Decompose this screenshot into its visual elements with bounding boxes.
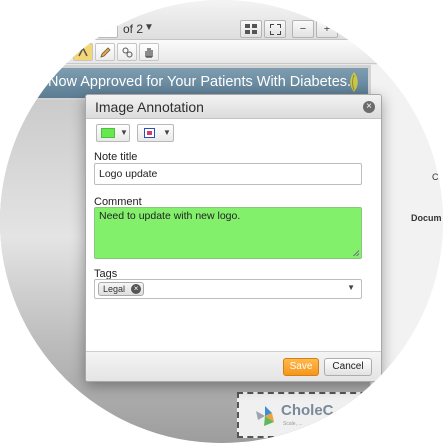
resize-handle[interactable] [353, 250, 359, 256]
tag-chip: Legal × [98, 282, 145, 296]
thumbnails-icon[interactable] [240, 20, 262, 38]
zoom-in-icon[interactable]: + [316, 20, 338, 38]
tags-input[interactable]: Legal × ▼ [94, 279, 362, 299]
note-title-input[interactable]: Logo update [94, 163, 362, 185]
chevron-down-icon: ▼ [120, 128, 128, 137]
top-toolbar: of 2 ▼ − + [0, 0, 443, 40]
border-style-icon [144, 128, 155, 138]
text-annotation-icon[interactable] [73, 43, 93, 61]
page-count-label: of 2 [123, 22, 144, 36]
dialog-footer: Save Cancel [86, 351, 381, 381]
comment-textarea[interactable]: Need to update with new logo. [94, 207, 362, 259]
pencil-icon[interactable] [95, 43, 115, 61]
dialog-header: Image Annotation × [86, 95, 381, 119]
remove-tag-icon[interactable]: × [131, 284, 142, 294]
zoom-out-icon[interactable]: − [292, 20, 314, 38]
comment-value: Need to update with new logo. [99, 210, 241, 222]
stamp-subtitle: Scale, ... [283, 421, 303, 427]
chevron-down-icon[interactable]: ▼ [144, 22, 154, 33]
leaf-logo-icon [350, 72, 358, 92]
save-button[interactable]: Save [283, 358, 319, 376]
note-title-label: Note title [94, 151, 138, 163]
stamp-brand-name: CholeC [281, 402, 334, 419]
style-dropdown[interactable]: ▼ [137, 124, 174, 142]
color-picker-dropdown[interactable]: ▼ [96, 124, 130, 142]
annotation-toolbar [0, 40, 443, 64]
note-title-value: Logo update [99, 168, 158, 180]
side-panel-text: C [432, 172, 439, 182]
app-viewport: of 2 ▼ − + Now Approved for Your Patient… [0, 0, 443, 443]
tag-chip-label: Legal [103, 284, 126, 294]
fit-page-icon[interactable] [264, 20, 286, 38]
cancel-button[interactable]: Cancel [324, 358, 372, 376]
link-icon[interactable] [117, 43, 137, 61]
dialog-title: Image Annotation [95, 99, 204, 115]
color-swatch [101, 128, 115, 138]
chevron-down-icon: ▼ [163, 128, 171, 137]
side-panel-heading: Docum [411, 213, 442, 223]
image-annotation-dialog: Image Annotation × ▼ ▼ Note title Logo u… [85, 94, 382, 382]
page-number-input[interactable] [84, 20, 118, 38]
banner-text: Now Approved for Your Patients With Diab… [48, 74, 352, 90]
hand-pan-icon[interactable] [139, 43, 159, 61]
close-icon[interactable]: × [363, 101, 375, 113]
chevron-down-icon[interactable]: ▼ [347, 283, 355, 292]
brand-logo-icon [256, 406, 274, 426]
